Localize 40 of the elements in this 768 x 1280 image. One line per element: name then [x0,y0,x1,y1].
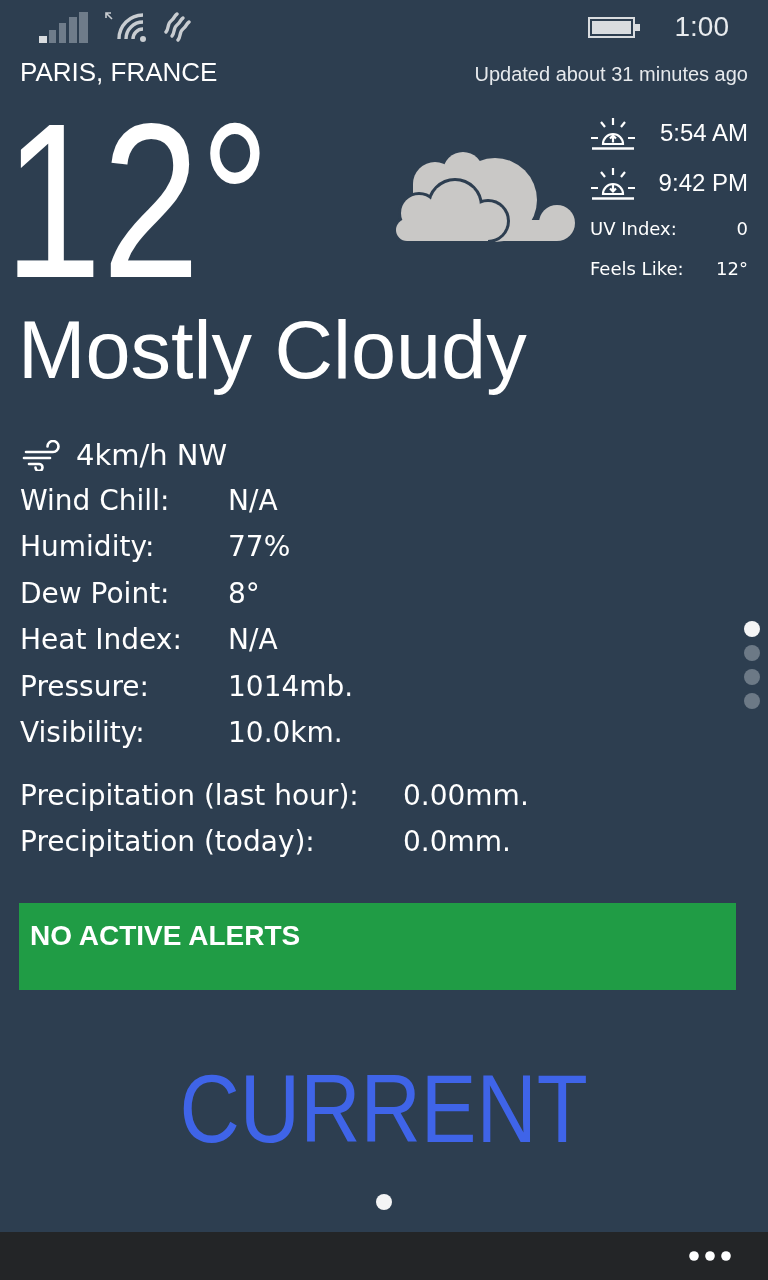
detail-value: N/A [228,483,279,519]
signal-strength-icon [38,11,88,43]
alert-text: NO ACTIVE ALERTS [30,920,301,952]
precipitation-label: Precipitation (today): [20,824,316,861]
precipitation-value: 0.00mm. [403,778,529,815]
sunrise-icon [590,116,636,150]
wifi-icon [104,11,148,43]
sunset-time: 9:42 PM [658,169,748,197]
pivot-title[interactable]: CURRENT [179,1054,589,1165]
cloud-icon [395,150,575,242]
battery-icon [587,16,640,38]
sunset-icon [590,166,636,200]
detail-value: N/A [228,622,279,659]
wavy-lines-icon [163,12,192,42]
wind-speed: 4km/h NW [76,438,228,472]
detail-label: Visibility: [20,715,146,752]
more-button[interactable] [689,1251,731,1261]
location-name: PARIS, FRANCE [20,56,218,89]
temperature: 12° [4,111,271,291]
detail-label: Pressure: [20,668,150,705]
detail-label: Heat Index: [20,622,183,659]
detail-label: Wind Chill: [20,483,171,519]
detail-value: 1014mb. [228,668,354,705]
updated-time: Updated about 31 minutes ago [474,62,748,87]
detail-value: 8° [228,575,261,612]
detail-label: Humidity: [20,529,156,566]
stat-value: 12° [716,257,748,279]
precipitation-label: Precipitation (last hour): [20,778,360,815]
clock-time: 1:00 [674,11,729,43]
stat-value: 0 [736,217,748,239]
stat-label: Feels Like: [590,257,684,279]
condition-text: Mostly Cloudy [17,305,527,395]
more-icon [689,1251,731,1261]
stat-label: UV Index: [590,217,677,239]
wind-icon [22,439,62,471]
sunrise-time: 5:54 AM [659,119,748,147]
precipitation-value: 0.0mm. [403,824,512,861]
detail-value: 77% [228,529,292,566]
detail-value: 10.0km. [228,715,344,752]
detail-label: Dew Point: [20,575,171,612]
